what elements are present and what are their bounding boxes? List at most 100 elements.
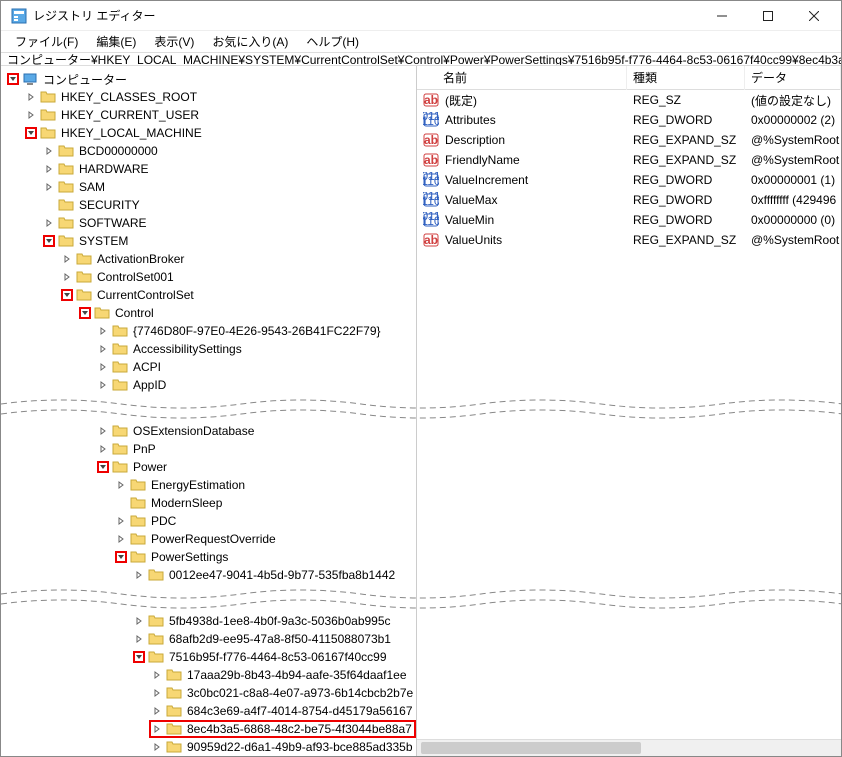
expander-icon[interactable] [61, 253, 73, 265]
value-row[interactable]: ab(既定)REG_SZ(値の設定なし) [417, 90, 841, 110]
expander-icon[interactable] [97, 443, 109, 455]
highlighted-tree-item[interactable]: 8ec4b3a5-6868-48c2-be75-4f3044be88a7 [149, 720, 416, 738]
tree-item[interactable]: HKEY_LOCAL_MACHINE [1, 124, 416, 142]
expander-icon[interactable] [115, 479, 127, 491]
folder-icon [58, 216, 74, 230]
tree-item[interactable]: AppID [1, 376, 416, 394]
expander-icon[interactable] [61, 289, 73, 301]
tree-item[interactable]: 5fb4938d-1ee8-4b0f-9a3c-5036b0ab995c [1, 612, 416, 630]
tree-item[interactable]: SECURITY [1, 196, 416, 214]
col-type[interactable]: 種類 [627, 66, 745, 90]
value-data: 0x00000000 (0) [745, 213, 841, 227]
col-data[interactable]: データ [745, 66, 841, 90]
tree-item[interactable]: BCD00000000 [1, 142, 416, 160]
value-data: 0xffffffff (429496 [745, 193, 841, 207]
value-name: Attributes [439, 113, 627, 127]
value-row[interactable]: 011110ValueIncrementREG_DWORD0x00000001 … [417, 170, 841, 190]
value-row[interactable]: 011110ValueMinREG_DWORD0x00000000 (0) [417, 210, 841, 230]
expander-icon[interactable] [115, 533, 127, 545]
expander-icon[interactable] [7, 73, 19, 85]
tree-item[interactable]: {7746D80F-97E0-4E26-9543-26B41FC22F79} [1, 322, 416, 340]
expander-icon[interactable] [115, 515, 127, 527]
tree-item[interactable]: Power [1, 458, 416, 476]
expander-icon[interactable] [43, 217, 55, 229]
tree-item[interactable]: 7516b95f-f776-4464-8c53-06167f40cc99 [1, 648, 416, 666]
tree-item[interactable]: Control [1, 304, 416, 322]
tree-item[interactable]: ActivationBroker [1, 250, 416, 268]
expander-icon[interactable] [43, 181, 55, 193]
tree-item[interactable]: 90959d22-d6a1-49b9-af93-bce885ad335b [1, 738, 416, 756]
expander-icon[interactable] [43, 199, 55, 211]
menu-help[interactable]: ヘルプ(H) [298, 31, 367, 52]
expander-icon[interactable] [133, 615, 145, 627]
tree-pane[interactable]: コンピューターHKEY_CLASSES_ROOTHKEY_CURRENT_USE… [1, 66, 417, 756]
scrollbar-thumb[interactable] [421, 742, 641, 754]
expander-icon[interactable] [79, 307, 91, 319]
tree-item[interactable]: HKEY_CURRENT_USER [1, 106, 416, 124]
tree-item[interactable]: PnP [1, 440, 416, 458]
expander-icon[interactable] [25, 91, 37, 103]
expander-icon[interactable] [25, 109, 37, 121]
value-row[interactable]: 011110AttributesREG_DWORD0x00000002 (2) [417, 110, 841, 130]
expander-icon[interactable] [97, 425, 109, 437]
maximize-button[interactable] [745, 1, 791, 31]
tree-item[interactable]: AccessibilitySettings [1, 340, 416, 358]
address-bar[interactable]: コンピューター¥HKEY_LOCAL_MACHINE¥SYSTEM¥Curren… [1, 52, 841, 66]
tree-item[interactable]: SYSTEM [1, 232, 416, 250]
expander-icon[interactable] [97, 379, 109, 391]
tree-item[interactable]: 0012ee47-9041-4b5d-9b77-535fba8b1442 [1, 566, 416, 584]
expander-icon[interactable] [25, 127, 37, 139]
tree-item[interactable]: HKEY_CLASSES_ROOT [1, 88, 416, 106]
tree-item[interactable]: ACPI [1, 358, 416, 376]
tree-item[interactable]: 684c3e69-a4f7-4014-8754-d45179a56167 [1, 702, 416, 720]
expander-icon[interactable] [151, 687, 163, 699]
expander-icon[interactable] [133, 569, 145, 581]
tree-item[interactable]: コンピューター [1, 70, 416, 88]
tree-item[interactable]: ControlSet001 [1, 268, 416, 286]
menu-edit[interactable]: 編集(E) [88, 31, 144, 52]
expander-icon[interactable] [43, 145, 55, 157]
tree-item[interactable]: 68afb2d9-ee95-47a8-8f50-4115088073b1 [1, 630, 416, 648]
expander-icon[interactable] [151, 705, 163, 717]
tree-item[interactable]: SOFTWARE [1, 214, 416, 232]
tree-item[interactable]: PDC [1, 512, 416, 530]
expander-icon[interactable] [133, 633, 145, 645]
expander-icon[interactable] [97, 325, 109, 337]
expander-icon[interactable] [133, 651, 145, 663]
tree-item[interactable]: CurrentControlSet [1, 286, 416, 304]
value-row[interactable]: 011110ValueMaxREG_DWORD0xffffffff (42949… [417, 190, 841, 210]
menu-view[interactable]: 表示(V) [146, 31, 202, 52]
col-name[interactable]: 名前 [417, 66, 627, 90]
minimize-button[interactable] [699, 1, 745, 31]
tree-label: 5fb4938d-1ee8-4b0f-9a3c-5036b0ab995c [167, 614, 393, 628]
tree-label: PowerRequestOverride [149, 532, 278, 546]
value-row[interactable]: abFriendlyNameREG_EXPAND_SZ@%SystemRoot [417, 150, 841, 170]
expander-icon[interactable] [97, 361, 109, 373]
expander-icon[interactable] [43, 235, 55, 247]
expander-icon[interactable] [115, 551, 127, 563]
folder-icon [58, 180, 74, 194]
tree-item[interactable]: 17aaa29b-8b43-4b94-aafe-35f64daaf1ee [1, 666, 416, 684]
expander-icon[interactable] [151, 741, 163, 753]
tree-item[interactable]: PowerRequestOverride [1, 530, 416, 548]
expander-icon[interactable] [115, 497, 127, 509]
value-row[interactable]: abValueUnitsREG_EXPAND_SZ@%SystemRoot [417, 230, 841, 250]
close-button[interactable] [791, 1, 837, 31]
tree-item[interactable]: 3c0bc021-c8a8-4e07-a973-6b14cbcb2b7e [1, 684, 416, 702]
tree-item[interactable]: OSExtensionDatabase [1, 422, 416, 440]
expander-icon[interactable] [97, 343, 109, 355]
expander-icon[interactable] [97, 461, 109, 473]
tree-item[interactable]: SAM [1, 178, 416, 196]
expander-icon[interactable] [151, 669, 163, 681]
expander-icon[interactable] [43, 163, 55, 175]
menu-file[interactable]: ファイル(F) [7, 31, 86, 52]
expander-icon[interactable] [61, 271, 73, 283]
tree-item[interactable]: HARDWARE [1, 160, 416, 178]
tree-item[interactable]: EnergyEstimation [1, 476, 416, 494]
tree-item[interactable]: PowerSettings [1, 548, 416, 566]
expander-icon[interactable] [151, 723, 163, 735]
value-row[interactable]: abDescriptionREG_EXPAND_SZ@%SystemRoot [417, 130, 841, 150]
menu-favorites[interactable]: お気に入り(A) [204, 31, 296, 52]
scrollbar-horizontal[interactable] [417, 739, 841, 756]
tree-item[interactable]: ModernSleep [1, 494, 416, 512]
